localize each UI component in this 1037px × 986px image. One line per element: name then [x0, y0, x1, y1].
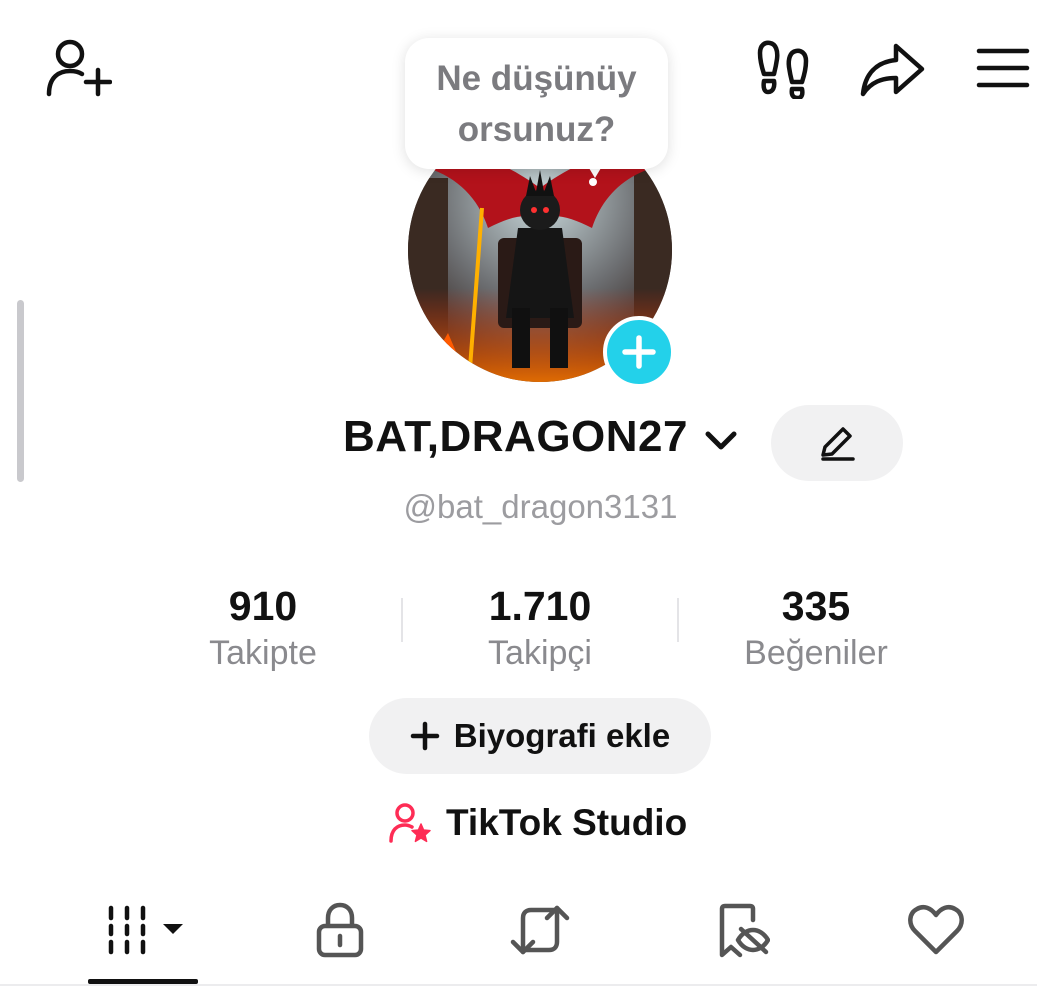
chevron-down-icon[interactable]: [703, 426, 739, 456]
stat-divider: [401, 598, 403, 642]
add-friend-button[interactable]: [40, 36, 114, 100]
story-thought-bubble[interactable]: Ne düşünüy orsunuz?: [405, 38, 668, 169]
tiktok-studio-label: TikTok Studio: [446, 802, 688, 843]
edit-profile-button[interactable]: [771, 405, 903, 481]
person-star-icon: [389, 803, 431, 843]
favorites-tab[interactable]: [702, 898, 782, 962]
scroll-indicator[interactable]: [17, 300, 24, 482]
hamburger-menu-icon: [976, 48, 1030, 88]
share-button[interactable]: [856, 38, 928, 102]
repost-icon: [510, 905, 570, 955]
tiktok-studio-link[interactable]: TikTok Studio: [388, 798, 687, 848]
stat-likes-label[interactable]: Beğeniler: [696, 634, 936, 673]
footprints-icon: [757, 40, 809, 99]
bookmark-hidden-icon: [719, 903, 770, 958]
bubble-line-2: orsunuz?: [457, 109, 616, 149]
share-arrow-icon: [860, 43, 925, 97]
add-bio-button[interactable]: Biyografi ekle: [369, 698, 711, 774]
heart-icon: [908, 905, 964, 955]
stat-likes-value[interactable]: 335: [696, 583, 936, 630]
plus-icon: [410, 721, 440, 751]
reposts-tab[interactable]: [500, 898, 580, 962]
stat-divider: [677, 598, 679, 642]
display-name[interactable]: BAT,DRAGON27: [343, 412, 688, 462]
stat-followers-value[interactable]: 1.710: [420, 583, 660, 630]
grid-bars-icon: [108, 905, 183, 955]
add-bio-label: Biyografi ekle: [453, 717, 671, 754]
videos-grid-tab[interactable]: [92, 898, 202, 962]
profile-views-button[interactable]: [752, 38, 814, 100]
username-handle: @bat_dragon3131: [403, 488, 678, 525]
plus-icon: [622, 335, 656, 369]
stat-following-value[interactable]: 910: [143, 583, 383, 630]
add-story-button[interactable]: [603, 316, 675, 388]
person-plus-icon: [46, 39, 112, 97]
lock-icon: [316, 902, 364, 958]
pencil-icon: [821, 427, 855, 461]
stat-followers-label[interactable]: Takipçi: [420, 634, 660, 673]
menu-button[interactable]: [974, 42, 1032, 94]
private-tab[interactable]: [300, 898, 380, 962]
liked-tab[interactable]: [896, 898, 976, 962]
stat-following-label[interactable]: Takipte: [143, 634, 383, 673]
bubble-line-1: Ne düşünüy: [436, 58, 637, 98]
